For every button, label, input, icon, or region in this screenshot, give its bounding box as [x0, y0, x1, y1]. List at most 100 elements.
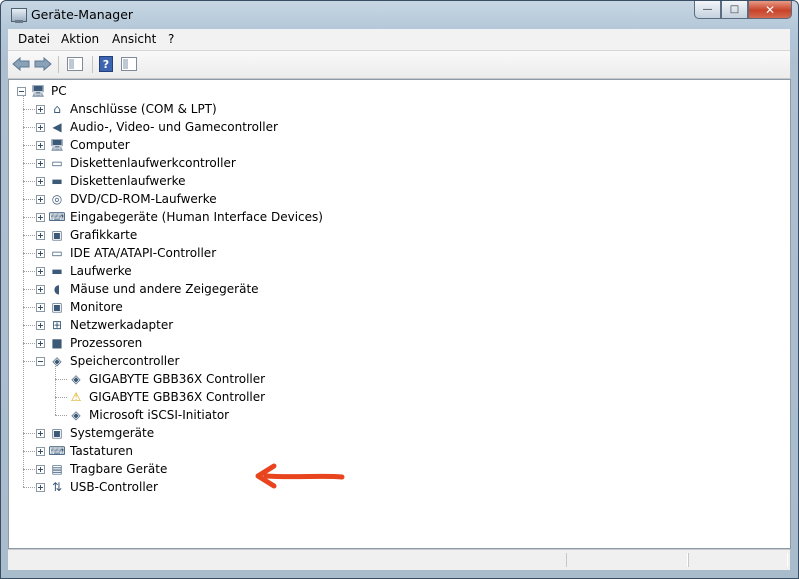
tree-guide	[23, 469, 35, 470]
expand-icon[interactable]	[36, 104, 45, 114]
expand-icon[interactable]	[36, 158, 45, 168]
expand-icon[interactable]	[36, 194, 45, 204]
tree-item[interactable]: ⌨ Eingabegeräte (Human Interface Devices)	[36, 208, 323, 226]
menu-datei[interactable]: Datei	[18, 32, 50, 46]
tree-guide	[23, 271, 35, 272]
tree-guide	[23, 181, 35, 182]
tree-item[interactable]: ⇅ USB-Controller	[36, 478, 158, 496]
floppy-drive-icon: ▬	[51, 174, 63, 188]
back-arrow-icon[interactable]	[12, 56, 30, 72]
view-pane-icon[interactable]	[121, 57, 137, 71]
device-manager-icon	[11, 8, 27, 23]
tree-item[interactable]: ▬ Diskettenlaufwerke	[36, 172, 185, 190]
storage-controller-icon: ◈	[71, 408, 81, 422]
toolbar-separator	[92, 56, 93, 73]
tree-item-label: Systemgeräte	[70, 426, 155, 440]
minimize-icon: —	[702, 4, 713, 15]
tree-guide	[23, 235, 35, 236]
tree-item-label: PC	[51, 84, 67, 98]
tree-item[interactable]: ▤ Tragbare Geräte	[36, 460, 167, 478]
window-title: Geräte-Manager	[31, 7, 134, 22]
tree-item-label: Prozessoren	[70, 336, 143, 350]
cdrom-icon: ◎	[51, 192, 63, 206]
tree-item-label: Monitore	[70, 300, 123, 314]
console-tree-icon[interactable]	[67, 57, 83, 71]
tree-item[interactable]: 🖥 PC	[17, 82, 67, 100]
close-icon: ✕	[764, 2, 776, 17]
tree-item-label: Laufwerke	[70, 264, 132, 278]
controller-icon: ▭	[51, 156, 63, 170]
expand-icon[interactable]	[36, 482, 45, 492]
expand-icon[interactable]	[36, 302, 45, 312]
expand-icon[interactable]	[36, 338, 45, 348]
expand-icon[interactable]	[36, 212, 45, 222]
tree-item[interactable]: ◈ Speichercontroller	[36, 352, 179, 370]
expand-icon[interactable]	[36, 140, 45, 150]
collapse-icon[interactable]	[17, 86, 26, 96]
tree-guide	[23, 361, 35, 362]
tree-item[interactable]: ■ Prozessoren	[36, 334, 142, 352]
tree-item-label: IDE ATA/ATAPI-Controller	[70, 246, 217, 260]
network-adapter-icon: ⊞	[51, 318, 63, 332]
menu-ansicht[interactable]: Ansicht	[112, 32, 156, 46]
tree-guide	[23, 145, 35, 146]
status-panel	[566, 553, 688, 567]
tree-item[interactable]: ◎ DVD/CD-ROM-Laufwerke	[36, 190, 217, 208]
expand-icon[interactable]	[36, 284, 45, 294]
tree-guide	[55, 397, 67, 398]
tree-item[interactable]: ⊞ Netzwerkadapter	[36, 316, 173, 334]
tree-item-label: GIGABYTE GBB36X Controller	[89, 372, 266, 386]
expand-icon[interactable]	[36, 464, 45, 474]
tree-guide	[23, 487, 35, 488]
tree-item[interactable]: ▣ Grafikkarte	[36, 226, 137, 244]
tree-item-label: Grafikkarte	[70, 228, 138, 242]
storage-controller-icon: ◈	[71, 372, 81, 386]
tree-item[interactable]: ◖ Mäuse und andere Zeigegeräte	[36, 280, 259, 298]
usb-icon: ⇅	[51, 480, 63, 494]
tree-item[interactable]: ▭ Diskettenlaufwerkcontroller	[36, 154, 236, 172]
expand-icon[interactable]	[36, 122, 45, 132]
tree-item[interactable]: ◈ Microsoft iSCSI-Initiator	[68, 406, 229, 424]
tree-item[interactable]: ▣ Systemgeräte	[36, 424, 154, 442]
expand-icon[interactable]	[36, 266, 45, 276]
tree-item[interactable]: ⌂ Anschlüsse (COM & LPT)	[36, 100, 217, 118]
tree-item[interactable]: ◈ GIGABYTE GBB36X Controller	[68, 370, 265, 388]
tree-item[interactable]: ⚠ GIGABYTE GBB36X Controller	[68, 388, 265, 406]
status-bar	[8, 549, 790, 570]
system-device-icon: ▣	[51, 426, 63, 440]
computer-icon: 🖥	[30, 84, 46, 98]
help-button[interactable]: ?	[99, 56, 113, 72]
ide-controller-icon: ▭	[51, 246, 63, 260]
display-adapter-icon: ▣	[51, 228, 63, 242]
menu-aktion[interactable]: Aktion	[61, 32, 99, 46]
maximize-icon: □	[729, 4, 740, 15]
close-button[interactable]: ✕	[748, 1, 792, 19]
tree-item[interactable]: ◀ Audio-, Video- und Gamecontroller	[36, 118, 278, 136]
expand-icon[interactable]	[36, 428, 45, 438]
expand-icon[interactable]	[36, 320, 45, 330]
tree-guide	[23, 289, 35, 290]
storage-controller-icon: ◈	[52, 354, 62, 368]
collapse-icon[interactable]	[36, 356, 45, 366]
tree-guide	[55, 379, 67, 380]
minimize-button[interactable]: —	[694, 1, 721, 19]
tree-item[interactable]: ⌨ Tastaturen	[36, 442, 133, 460]
device-manager-window: Geräte-Manager — □ ✕ Datei Aktion Ansich…	[0, 0, 799, 579]
expand-icon[interactable]	[36, 446, 45, 456]
hid-icon: ⌨	[48, 210, 66, 224]
maximize-button[interactable]: □	[721, 1, 748, 19]
expand-icon[interactable]	[36, 176, 45, 186]
tree-item[interactable]: ▭ IDE ATA/ATAPI-Controller	[36, 244, 216, 262]
forward-arrow-icon[interactable]	[34, 56, 52, 72]
tree-guide	[23, 96, 24, 487]
tree-item[interactable]: ▣ Monitore	[36, 298, 123, 316]
device-tree-pane[interactable]: 🖥 PC ⌂ Anschlüsse (COM & LPT) ◀ Audio-, Video…	[8, 79, 791, 549]
tree-item-label: Tastaturen	[70, 444, 133, 458]
tree-item[interactable]: 🖥 Computer	[36, 136, 130, 154]
expand-icon[interactable]	[36, 248, 45, 258]
menu-help[interactable]: ?	[168, 32, 174, 46]
expand-icon[interactable]	[36, 230, 45, 240]
tree-item[interactable]: ▬ Laufwerke	[36, 262, 132, 280]
toolbar: ?	[8, 51, 790, 79]
title-bar[interactable]: Geräte-Manager — □ ✕	[1, 1, 798, 29]
